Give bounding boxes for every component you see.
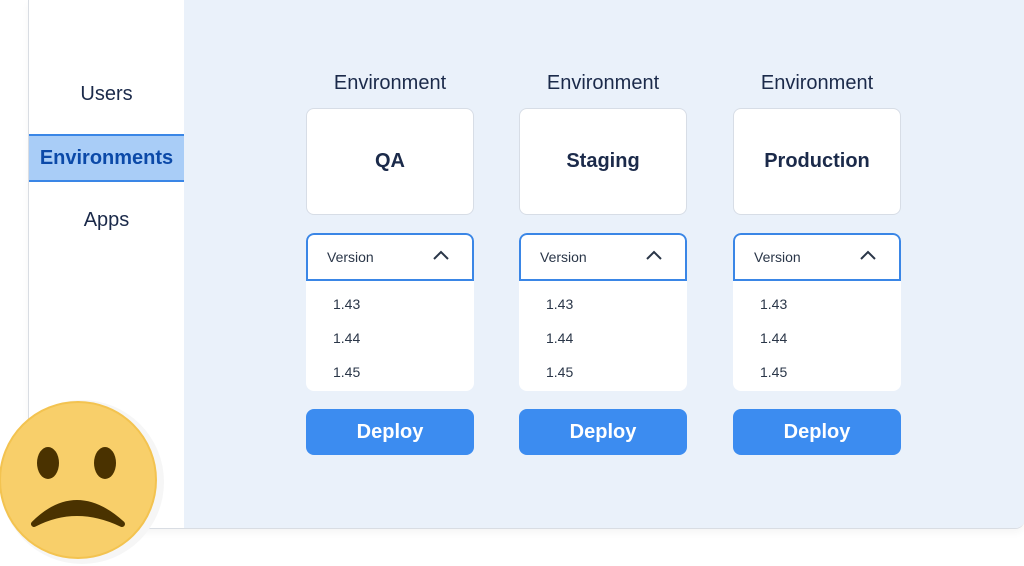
- version-label: Version: [327, 249, 374, 265]
- environment-heading: Environment: [760, 72, 874, 94]
- environment-card[interactable]: Staging: [519, 108, 687, 215]
- app-window: Users Environments Apps Environment QA V…: [28, 0, 1024, 529]
- chevron-up-icon[interactable]: [859, 249, 877, 261]
- version-option[interactable]: 1.45: [333, 364, 360, 380]
- version-dropdown: Version 1.43 1.44 1.45: [519, 233, 687, 391]
- version-option[interactable]: 1.44: [546, 330, 573, 346]
- environment-name: Production: [764, 150, 870, 172]
- sidebar-item-environments[interactable]: Environments: [29, 134, 184, 182]
- version-option[interactable]: 1.45: [546, 364, 573, 380]
- version-label: Version: [754, 249, 801, 265]
- version-option[interactable]: 1.43: [546, 296, 573, 312]
- environment-card[interactable]: Production: [733, 108, 901, 215]
- sidebar-item-users[interactable]: Users: [29, 83, 184, 106]
- version-option[interactable]: 1.44: [333, 330, 360, 346]
- environment-name: Staging: [566, 150, 640, 172]
- environment-name: QA: [375, 150, 405, 172]
- sidebar-item-apps[interactable]: Apps: [29, 209, 184, 232]
- version-select[interactable]: Version: [519, 233, 687, 281]
- chevron-up-icon[interactable]: [645, 249, 663, 261]
- environment-card[interactable]: QA: [306, 108, 474, 215]
- environment-heading: Environment: [333, 72, 447, 94]
- deploy-button[interactable]: Deploy: [519, 409, 687, 455]
- version-option[interactable]: 1.44: [760, 330, 787, 346]
- sad-face-icon: [0, 400, 164, 564]
- version-option[interactable]: 1.43: [333, 296, 360, 312]
- deploy-button[interactable]: Deploy: [306, 409, 474, 455]
- main-content: Environment QA Version 1.43 1.44 1.45 De…: [184, 0, 1024, 528]
- version-option[interactable]: 1.43: [760, 296, 787, 312]
- deploy-button[interactable]: Deploy: [733, 409, 901, 455]
- version-label: Version: [540, 249, 587, 265]
- version-select[interactable]: Version: [733, 233, 901, 281]
- version-option[interactable]: 1.45: [760, 364, 787, 380]
- version-dropdown: Version 1.43 1.44 1.45: [733, 233, 901, 391]
- version-select[interactable]: Version: [306, 233, 474, 281]
- version-dropdown: Version 1.43 1.44 1.45: [306, 233, 474, 391]
- chevron-up-icon[interactable]: [432, 249, 450, 261]
- environment-heading: Environment: [546, 72, 660, 94]
